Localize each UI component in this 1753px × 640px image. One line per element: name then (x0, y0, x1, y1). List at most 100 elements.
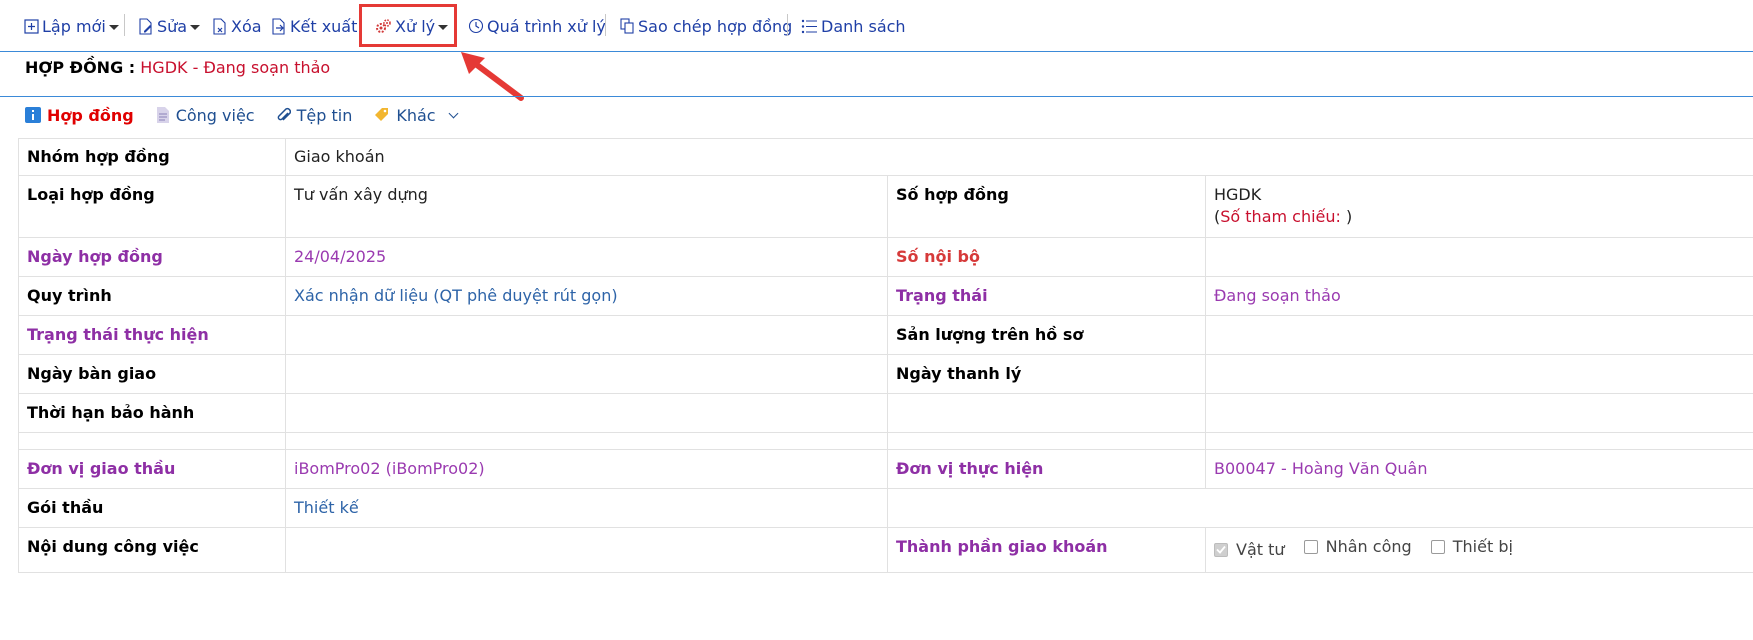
assigner-value: iBomPro02 (iBomPro02) (285, 449, 888, 489)
export-label: Kết xuất (290, 16, 358, 36)
group-label: Nhóm hợp đồng (18, 138, 286, 176)
process-label: Quy trình (18, 276, 286, 316)
handover-label: Ngày bàn giao (18, 354, 286, 394)
package-label: Gói thầu (18, 488, 286, 528)
contract-no-value: HGDK (1214, 185, 1262, 204)
output-label: Sản lượng trên hồ sơ (887, 315, 1206, 355)
component-materials-checkbox[interactable]: Vật tư (1214, 539, 1285, 561)
tag-icon (375, 108, 389, 121)
package-value[interactable]: Thiết kế (285, 488, 888, 528)
executor-value: B00047 - Hoàng Văn Quân (1205, 449, 1753, 489)
history-button[interactable]: Quá trình xử lý (468, 14, 606, 38)
checkbox-checked-icon (1214, 542, 1228, 557)
table-row: Nội dung công việc Thành phần giao khoán… (18, 527, 1753, 573)
empty-cell (887, 432, 1206, 450)
process-value[interactable]: Xác nhận dữ liệu (QT phê duyệt rút gọn) (285, 276, 888, 316)
tab-contract-label: Hợp đồng (47, 105, 134, 125)
document-icon (156, 107, 169, 123)
reference-label: Số tham chiếu: (1220, 207, 1341, 226)
tab-files-label: Tệp tin (296, 105, 353, 125)
type-label: Loại hợp đồng (18, 175, 286, 238)
delete-document-icon (213, 17, 226, 35)
caret-down-icon (190, 24, 201, 30)
toolbar-divider (124, 14, 125, 36)
component-equipment-checkbox[interactable]: Thiết bị (1430, 536, 1513, 558)
list-label: Danh sách (821, 16, 906, 36)
components-cell: Vật tư Nhân công Thiết bị (1205, 527, 1753, 573)
empty-cell (1205, 432, 1753, 450)
output-value (1205, 315, 1753, 355)
tab-work-label: Công việc (175, 105, 255, 125)
component-materials-label: Vật tư (1236, 539, 1285, 559)
date-value: 24/04/2025 (285, 237, 888, 277)
clock-history-icon (468, 18, 484, 34)
export-icon (272, 17, 285, 35)
edit-document-icon (139, 17, 152, 35)
toolbar: Lập mới Sửa Xóa Kết xuất Xử lý Quá trình… (0, 0, 1753, 50)
page-title-label: HỢP ĐỒNG : (25, 58, 136, 77)
edit-label: Sửa (157, 16, 188, 36)
exec-status-value (285, 315, 888, 355)
plus-box-icon (24, 18, 39, 34)
date-label: Ngày hợp đồng (18, 237, 286, 277)
copy-contract-label: Sao chép hợp đồng (638, 16, 793, 36)
work-content-label: Nội dung công việc (18, 527, 286, 573)
exec-status-label: Trạng thái thực hiện (18, 315, 286, 355)
executor-label: Đơn vị thực hiện (887, 449, 1206, 489)
work-content-value (285, 527, 888, 573)
highlight-box (359, 4, 457, 47)
tab-work[interactable]: Công việc (156, 106, 255, 125)
new-button[interactable]: Lập mới (24, 14, 119, 38)
toolbar-divider (605, 14, 606, 36)
status-label: Trạng thái (887, 276, 1206, 316)
empty-cell (18, 432, 286, 450)
page-title: HỢP ĐỒNG : HGDK - Đang soạn thảo (25, 58, 330, 77)
delete-button[interactable]: Xóa (212, 14, 262, 38)
tab-bar: Hợp đồng Công việc Tệp tin Khác (25, 103, 479, 127)
page-title-value: HGDK - Đang soạn thảo (140, 58, 331, 77)
tab-contract[interactable]: Hợp đồng (25, 106, 134, 125)
empty-cell (285, 432, 888, 450)
checkbox-icon (1303, 540, 1318, 554)
handover-value (285, 354, 888, 394)
component-labor-checkbox[interactable]: Nhân công (1303, 536, 1412, 558)
tab-other-label: Khác (396, 105, 436, 125)
list-icon (801, 19, 817, 33)
components-label: Thành phần giao khoán (887, 527, 1206, 573)
copy-icon (620, 18, 634, 34)
table-row: Đơn vị giao thầu iBomPro02 (iBomPro02) Đ… (18, 449, 1753, 489)
status-value: Đang soạn thảo (1205, 276, 1753, 316)
internal-no-value (1205, 237, 1753, 277)
table-row: Ngày bàn giao Ngày thanh lý (18, 354, 1753, 394)
table-row: Trạng thái thực hiện Sản lượng trên hồ s… (18, 315, 1753, 355)
type-value: Tư vấn xây dựng (285, 175, 888, 238)
warranty-label: Thời hạn bảo hành (18, 393, 286, 433)
group-value: Giao khoán (285, 138, 1753, 176)
contract-detail-table: Nhóm hợp đồng Giao khoán Loại hợp đồng T… (18, 138, 1753, 573)
assigner-label: Đơn vị giao thầu (18, 449, 286, 489)
ref-close: ) (1346, 207, 1353, 226)
chevron-down-icon[interactable] (448, 108, 459, 118)
component-labor-label: Nhân công (1325, 537, 1412, 556)
toolbar-divider (787, 14, 788, 36)
table-row: Quy trình Xác nhận dữ liệu (QT phê duyệt… (18, 276, 1753, 316)
table-row: Thời hạn bảo hành (18, 393, 1753, 433)
caret-down-icon (108, 24, 119, 30)
edit-button[interactable]: Sửa (138, 14, 201, 38)
list-button[interactable]: Danh sách (801, 14, 906, 38)
reference-number: (Số tham chiếu: ) (1214, 206, 1745, 228)
info-icon (25, 107, 41, 123)
tab-other[interactable]: Khác (374, 105, 459, 125)
liquidation-label: Ngày thanh lý (887, 354, 1206, 394)
component-equipment-label: Thiết bị (1452, 537, 1513, 556)
tab-files[interactable]: Tệp tin (277, 105, 353, 125)
table-row: Ngày hợp đồng 24/04/2025 Số nội bộ (18, 237, 1753, 277)
copy-contract-button[interactable]: Sao chép hợp đồng (620, 14, 792, 38)
new-label: Lập mới (42, 16, 106, 36)
export-button[interactable]: Kết xuất (271, 14, 357, 38)
table-row-spacer (18, 432, 1753, 450)
internal-no-label: Số nội bộ (887, 237, 1206, 277)
history-label: Quá trình xử lý (487, 16, 606, 36)
table-row: Loại hợp đồng Tư vấn xây dựng Số hợp đồn… (18, 175, 1753, 238)
paperclip-icon (277, 107, 291, 121)
